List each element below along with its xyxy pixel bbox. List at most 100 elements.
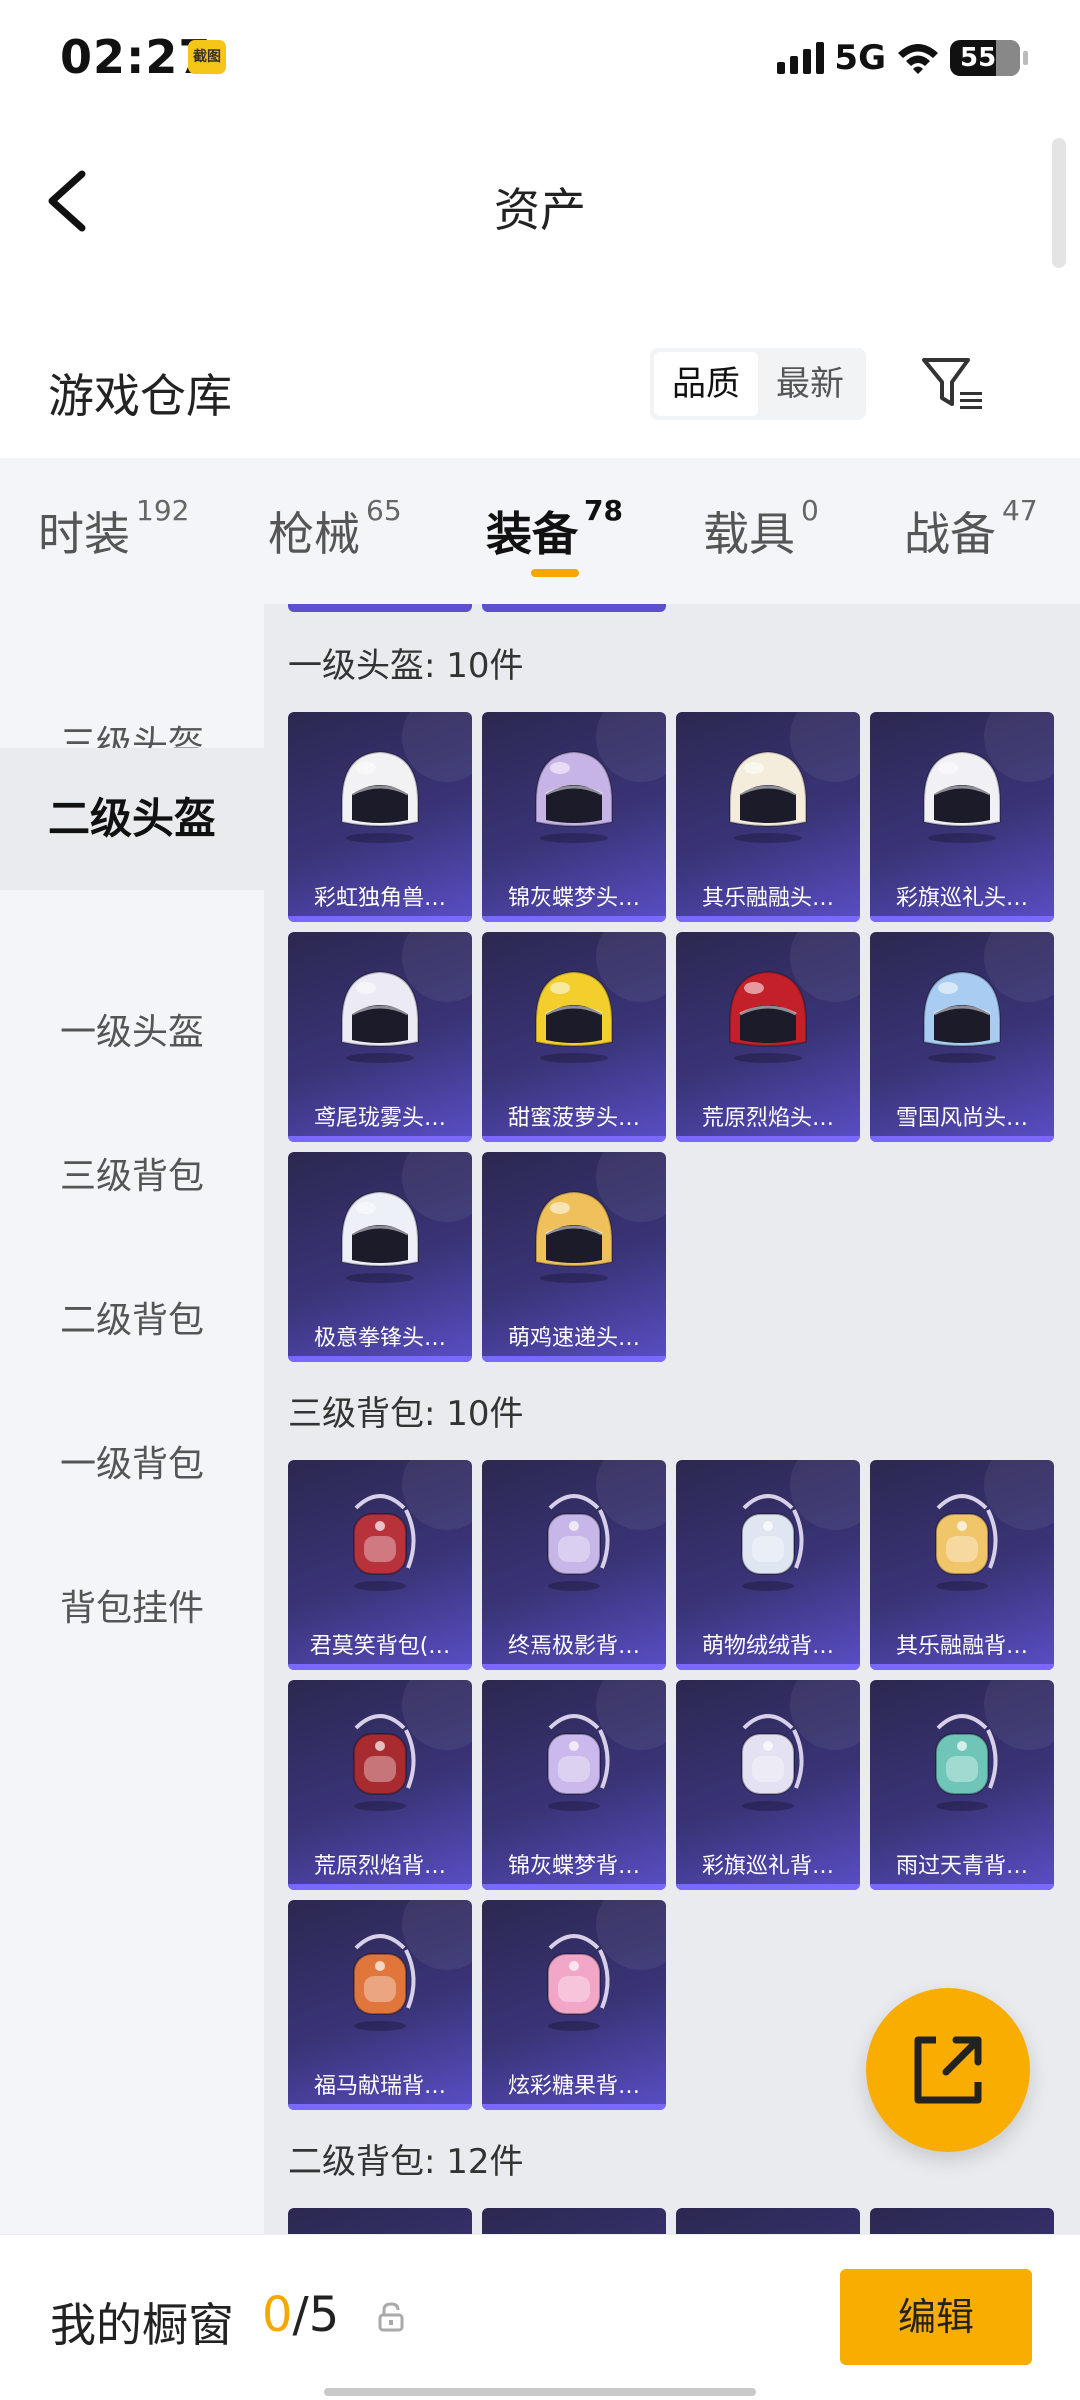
showcase-total: /5 [292,2287,340,2343]
backpack-icon [935,1714,998,1811]
lock-icon [378,2302,404,2332]
item-card[interactable]: 萌鸡速递头… [482,1152,666,1362]
sidebar-item-level1-backpack[interactable]: 一级背包 [0,1394,264,1536]
item-card[interactable]: 鸢尾珑雾头… [288,932,472,1142]
item-card[interactable]: 甜蜜菠萝头… [482,932,666,1142]
share-button[interactable] [866,1988,1030,2152]
rarity-bar [676,916,860,922]
page-title: 资产 [494,183,586,237]
tab-equipment[interactable]: 装备 78 [486,494,623,564]
rarity-bar [482,1664,666,1670]
sidebar: 三级头盔 二级头盔 一级头盔 三级背包 二级背包 一级背包 背包挂件 [0,604,264,2234]
item-card-partial[interactable] [870,2208,1054,2234]
sidebar-item-level1-helmet[interactable]: 一级头盔 [0,962,264,1104]
item-card-partial[interactable] [482,2208,666,2234]
item-card[interactable]: 荒原烈焰头… [676,932,860,1142]
item-card[interactable]: 彩旗巡礼背… [676,1680,860,1890]
sort-toggle: 品质 最新 [650,348,866,420]
backpack-icon [353,1714,416,1811]
sidebar-item-level2-helmet[interactable]: 二级头盔 [0,748,264,890]
item-card[interactable]: 福马献瑞背… [288,1900,472,2110]
item-card-partial[interactable] [288,604,472,612]
rarity-bar [482,1356,666,1362]
backpack-icon [547,1714,610,1811]
scrollbar[interactable] [1052,138,1066,268]
item-card[interactable]: 其乐融融头… [676,712,860,922]
rarity-bar [288,2104,472,2110]
sidebar-item-backpack-charm[interactable]: 背包挂件 [0,1538,264,1680]
filter-icon[interactable] [920,354,986,414]
item-name: 彩旗巡礼背… [701,1854,834,1879]
item-card[interactable]: 萌物绒绒背… [676,1460,860,1670]
item-card[interactable]: 终焉极影背… [482,1460,666,1670]
backpack-icon [547,1934,610,2031]
battery-level: 55 [960,43,997,73]
sidebar-item-level2-backpack[interactable]: 二级背包 [0,1250,264,1392]
tab-vehicles[interactable]: 载具 0 [703,494,819,564]
rarity-bar [482,1136,666,1142]
backpack-icon [741,1494,804,1591]
status-bar: 02:27 截图 5G 55 [0,0,1080,118]
showcase-bar: 我的橱窗 0/5 编辑 [0,2234,1080,2400]
helmet-icon [341,970,419,1063]
tab-label: 战备 [904,507,996,561]
item-card[interactable]: 极意拳锋头… [288,1152,472,1362]
tab-count: 0 [801,494,819,527]
rarity-bar [288,1884,472,1890]
rarity-bar [870,1136,1054,1142]
tab-firearms[interactable]: 枪械 65 [268,494,402,564]
rarity-bar [676,1136,860,1142]
tab-fashion[interactable]: 时装 192 [38,494,189,564]
tab-count: 192 [136,494,190,527]
active-tab-indicator [531,569,579,577]
item-name: 其乐融融头… [701,886,834,911]
item-card-partial[interactable] [288,2208,472,2234]
tab-label: 时装 [38,507,130,561]
item-card[interactable]: 彩虹独角兽… [288,712,472,922]
sort-option-quality[interactable]: 品质 [654,352,758,416]
battery-icon: 55 [950,40,1028,76]
rarity-bar [870,916,1054,922]
helmet-icon [535,970,613,1063]
item-card[interactable]: 锦灰蝶梦背… [482,1680,666,1890]
item-name: 彩旗巡礼头… [895,886,1028,911]
sidebar-item-level3-backpack[interactable]: 三级背包 [0,1106,264,1248]
tab-supplies[interactable]: 战备 47 [904,494,1038,564]
warehouse-header: 游戏仓库 品质 最新 [0,288,1080,458]
rarity-bar [870,1664,1054,1670]
rarity-bar [482,2104,666,2110]
sort-option-newest[interactable]: 最新 [758,352,862,416]
backpack-icon [353,1934,416,2031]
item-name: 鸢尾珑雾头… [313,1106,446,1131]
item-name: 雨过天青背… [895,1854,1028,1879]
helmet-icon [535,1190,613,1283]
share-icon [914,2036,982,2104]
item-name: 锦灰蝶梦背… [507,1854,640,1879]
item-card-partial[interactable] [676,2208,860,2234]
rarity-bar [870,1884,1054,1890]
item-card[interactable]: 君莫笑背包(… [288,1460,472,1670]
item-card-partial[interactable] [482,604,666,612]
item-name: 萌物绒绒背… [701,1634,834,1659]
tab-label: 载具 [703,507,795,561]
item-name: 锦灰蝶梦头… [507,886,640,911]
item-card[interactable]: 荒原烈焰背… [288,1680,472,1890]
helmet-icon [923,970,1001,1063]
item-name: 萌鸡速递头… [507,1326,640,1351]
backpack-icon [547,1494,610,1591]
item-name: 福马献瑞背… [313,2074,446,2099]
item-card[interactable]: 其乐融融背… [870,1460,1054,1670]
helmet-icon [729,750,807,843]
item-card[interactable]: 雪国风尚头… [870,932,1054,1142]
item-card[interactable]: 雨过天青背… [870,1680,1054,1890]
item-name: 君莫笑背包(… [309,1634,451,1659]
item-card[interactable]: 炫彩糖果背… [482,1900,666,2110]
item-card[interactable]: 锦灰蝶梦头… [482,712,666,922]
helmet-icon [923,750,1001,843]
item-name: 炫彩糖果背… [507,2074,640,2099]
wifi-icon [898,44,938,74]
edit-button[interactable]: 编辑 [840,2269,1032,2365]
item-card[interactable]: 彩旗巡礼头… [870,712,1054,922]
section-title: 一级头盔: 10件 [288,646,524,686]
backpack-icon [741,1714,804,1811]
